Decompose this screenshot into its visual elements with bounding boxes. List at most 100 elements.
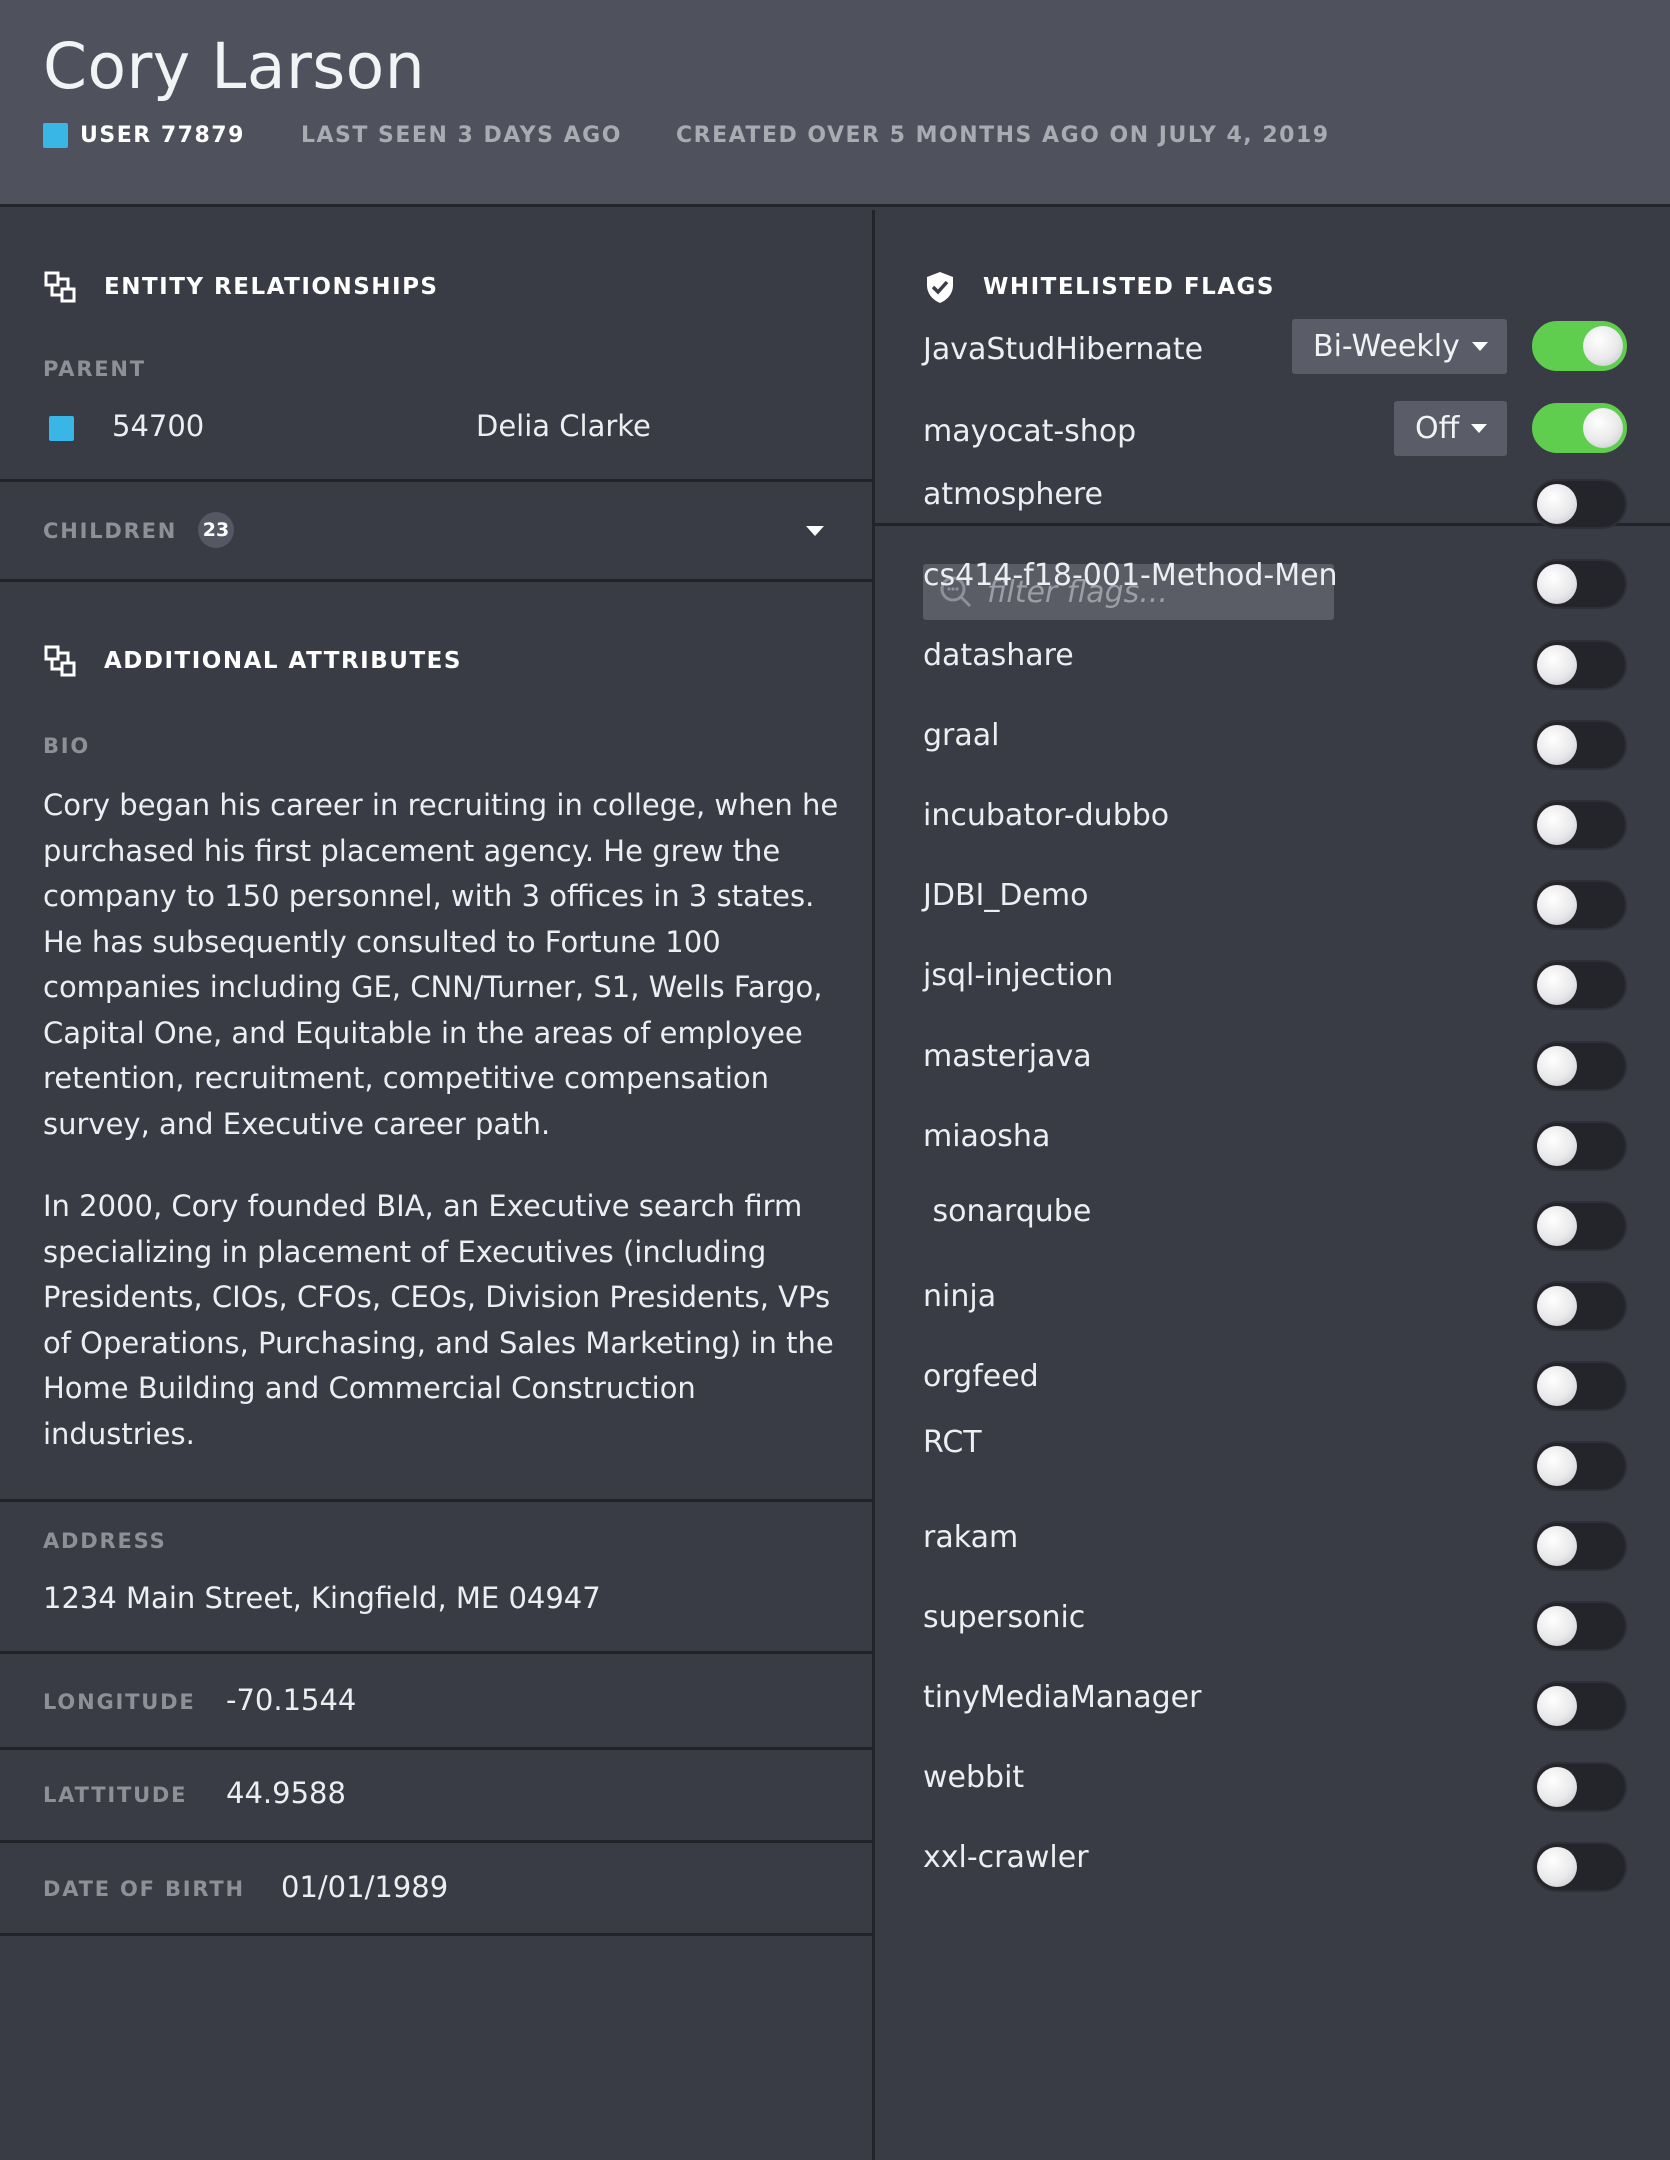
children-toggle[interactable]: CHILDREN 23 bbox=[0, 482, 872, 579]
toggle-knob bbox=[1537, 885, 1577, 925]
address-label: ADDRESS bbox=[43, 1529, 167, 1553]
flag-name: atmosphere bbox=[923, 477, 1103, 512]
whitelisted-flags-heading: WHITELISTED FLAGS bbox=[923, 270, 1275, 304]
toggle-knob bbox=[1537, 1686, 1577, 1726]
flag-toggle[interactable] bbox=[1532, 640, 1627, 690]
flag-name: tinyMediaManager bbox=[923, 1680, 1202, 1715]
parent-name[interactable]: Delia Clarke bbox=[476, 409, 651, 443]
toggle-knob bbox=[1537, 805, 1577, 845]
chevron-down-icon[interactable] bbox=[806, 526, 824, 536]
flag-toggle[interactable] bbox=[1532, 559, 1627, 609]
children-label: CHILDREN bbox=[43, 519, 178, 543]
flag-toggle[interactable] bbox=[1532, 1281, 1627, 1331]
divider bbox=[0, 1933, 872, 1936]
parent-color-swatch bbox=[49, 416, 74, 441]
flag-toggle[interactable] bbox=[1532, 1842, 1627, 1892]
flag-toggle[interactable] bbox=[1532, 1441, 1627, 1491]
dob-label: DATE OF BIRTH bbox=[43, 1877, 245, 1901]
page-title: Cory Larson bbox=[43, 30, 426, 103]
flag-toggle[interactable] bbox=[1532, 720, 1627, 770]
flag-toggle[interactable] bbox=[1532, 1601, 1627, 1651]
latitude-value: 44.9588 bbox=[226, 1776, 346, 1810]
toggle-knob bbox=[1537, 1606, 1577, 1646]
additional-attributes-title: ADDITIONAL ATTRIBUTES bbox=[104, 648, 462, 674]
whitelisted-flags-title: WHITELISTED FLAGS bbox=[983, 274, 1275, 300]
frequency-select[interactable]: Bi-Weekly bbox=[1292, 319, 1507, 374]
flag-name: orgfeed bbox=[923, 1359, 1039, 1394]
address-value: 1234 Main Street, Kingfield, ME 04947 bbox=[43, 1581, 601, 1615]
hierarchy-icon bbox=[44, 271, 76, 303]
additional-attributes-heading: ADDITIONAL ATTRIBUTES bbox=[43, 644, 462, 678]
last-seen-text: LAST SEEN 3 DAYS AGO bbox=[301, 122, 622, 148]
flag-name: sonarqube bbox=[923, 1194, 1092, 1229]
whitelisted-flag-name: mayocat-shop bbox=[923, 414, 1137, 449]
whitelisted-flag-toggle[interactable] bbox=[1532, 321, 1627, 371]
toggle-knob bbox=[1537, 1366, 1577, 1406]
toggle-knob bbox=[1537, 1286, 1577, 1326]
flag-name: graal bbox=[923, 718, 1000, 753]
divider bbox=[0, 1840, 872, 1843]
flag-name: masterjava bbox=[923, 1039, 1092, 1074]
flag-name: supersonic bbox=[923, 1600, 1086, 1635]
flag-name: JDBI_Demo bbox=[923, 878, 1089, 913]
shield-check-icon bbox=[927, 272, 953, 303]
toggle-knob bbox=[1537, 1526, 1577, 1566]
frequency-select-value: Bi-Weekly bbox=[1313, 329, 1460, 364]
user-color-swatch bbox=[43, 122, 68, 148]
user-id-text: USER 77879 bbox=[80, 122, 245, 148]
children-count-badge: 23 bbox=[198, 512, 234, 548]
flag-name: ninja bbox=[923, 1279, 997, 1314]
toggle-knob bbox=[1537, 1847, 1577, 1887]
toggle-knob bbox=[1537, 1206, 1577, 1246]
bio-label: BIO bbox=[43, 734, 91, 758]
flag-name: xxl-crawler bbox=[923, 1840, 1089, 1875]
divider bbox=[0, 1499, 872, 1502]
frequency-select-value: Off bbox=[1415, 411, 1460, 446]
entity-relationships-title: ENTITY RELATIONSHIPS bbox=[104, 274, 439, 300]
parent-id[interactable]: 54700 bbox=[112, 409, 204, 443]
left-panel: ENTITY RELATIONSHIPS PARENT 54700 Delia … bbox=[0, 210, 872, 2160]
frequency-select[interactable]: Off bbox=[1394, 401, 1507, 456]
bio-paragraph-1: Cory began his career in recruiting in c… bbox=[43, 788, 839, 1141]
toggle-knob bbox=[1537, 564, 1577, 604]
flag-toggle[interactable] bbox=[1532, 880, 1627, 930]
created-text: CREATED OVER 5 MONTHS AGO ON JULY 4, 201… bbox=[676, 122, 1330, 148]
toggle-knob bbox=[1537, 965, 1577, 1005]
caret-down-icon bbox=[1471, 424, 1488, 433]
flag-name: datashare bbox=[923, 638, 1074, 673]
flag-name: miaosha bbox=[923, 1119, 1051, 1154]
divider bbox=[0, 1747, 872, 1750]
flag-toggle[interactable] bbox=[1532, 1521, 1627, 1571]
toggle-knob bbox=[1583, 408, 1623, 448]
toggle-knob bbox=[1537, 1046, 1577, 1086]
toggle-knob bbox=[1537, 725, 1577, 765]
flag-toggle[interactable] bbox=[1532, 800, 1627, 850]
flag-toggle[interactable] bbox=[1532, 1681, 1627, 1731]
divider bbox=[0, 579, 872, 582]
bio-paragraph-2: In 2000, Cory founded BIA, an Executive … bbox=[43, 1189, 834, 1451]
profile-header: Cory Larson USER 77879 LAST SEEN 3 DAYS … bbox=[0, 0, 1670, 207]
flag-toggle[interactable] bbox=[1532, 960, 1627, 1010]
flag-toggle[interactable] bbox=[1532, 1762, 1627, 1812]
hierarchy-icon bbox=[44, 645, 76, 677]
user-id-badge: USER 77879 bbox=[43, 120, 245, 150]
flag-toggle[interactable] bbox=[1532, 1121, 1627, 1171]
flag-toggle[interactable] bbox=[1532, 1041, 1627, 1091]
flag-toggle[interactable] bbox=[1532, 1201, 1627, 1251]
toggle-knob bbox=[1537, 1767, 1577, 1807]
caret-down-icon bbox=[1471, 342, 1488, 351]
whitelisted-flag-toggle[interactable] bbox=[1532, 403, 1627, 453]
toggle-knob bbox=[1537, 1126, 1577, 1166]
toggle-knob bbox=[1537, 484, 1577, 524]
flag-name: incubator-dubbo bbox=[923, 798, 1170, 833]
toggle-knob bbox=[1537, 1446, 1577, 1486]
longitude-label: LONGITUDE bbox=[43, 1690, 196, 1714]
flag-toggle[interactable] bbox=[1532, 1361, 1627, 1411]
dob-value: 01/01/1989 bbox=[281, 1870, 449, 1904]
right-panel: WHITELISTED FLAGS JavaStudHibernate Bi-We… bbox=[875, 210, 1670, 2160]
longitude-value: -70.1544 bbox=[226, 1683, 357, 1717]
parent-label: PARENT bbox=[43, 357, 146, 381]
flag-name: rakam bbox=[923, 1520, 1019, 1555]
toggle-knob bbox=[1537, 645, 1577, 685]
flag-toggle[interactable] bbox=[1532, 479, 1627, 529]
